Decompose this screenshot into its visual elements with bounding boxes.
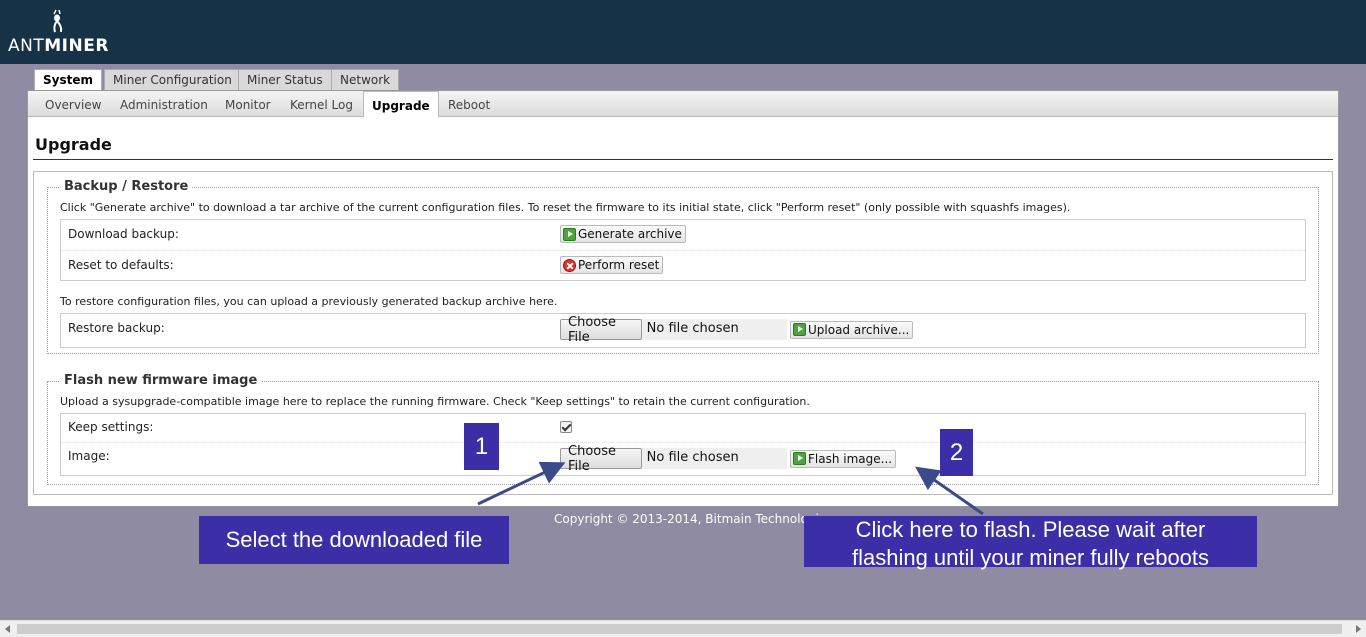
callout-flash-line-2: flashing until your miner fully reboots xyxy=(851,545,1210,570)
callout-select-file: Select the downloaded file xyxy=(199,516,509,564)
arrow-to-flash-image xyxy=(915,466,984,516)
horizontal-scrollbar[interactable] xyxy=(0,620,1366,637)
scroll-right-icon[interactable] xyxy=(1356,625,1361,633)
arrow-to-choose-file xyxy=(477,461,566,506)
scrollbar-thumb[interactable] xyxy=(17,624,1342,634)
callout-flash-line-1: Click here to flash. Please wait after xyxy=(855,517,1206,542)
callout-flash: Click here to flash. Please wait after f… xyxy=(804,516,1257,570)
scroll-left-icon[interactable] xyxy=(5,625,10,633)
step-badge-1: 1 xyxy=(464,423,499,470)
step-badge-2: 2 xyxy=(940,429,973,476)
